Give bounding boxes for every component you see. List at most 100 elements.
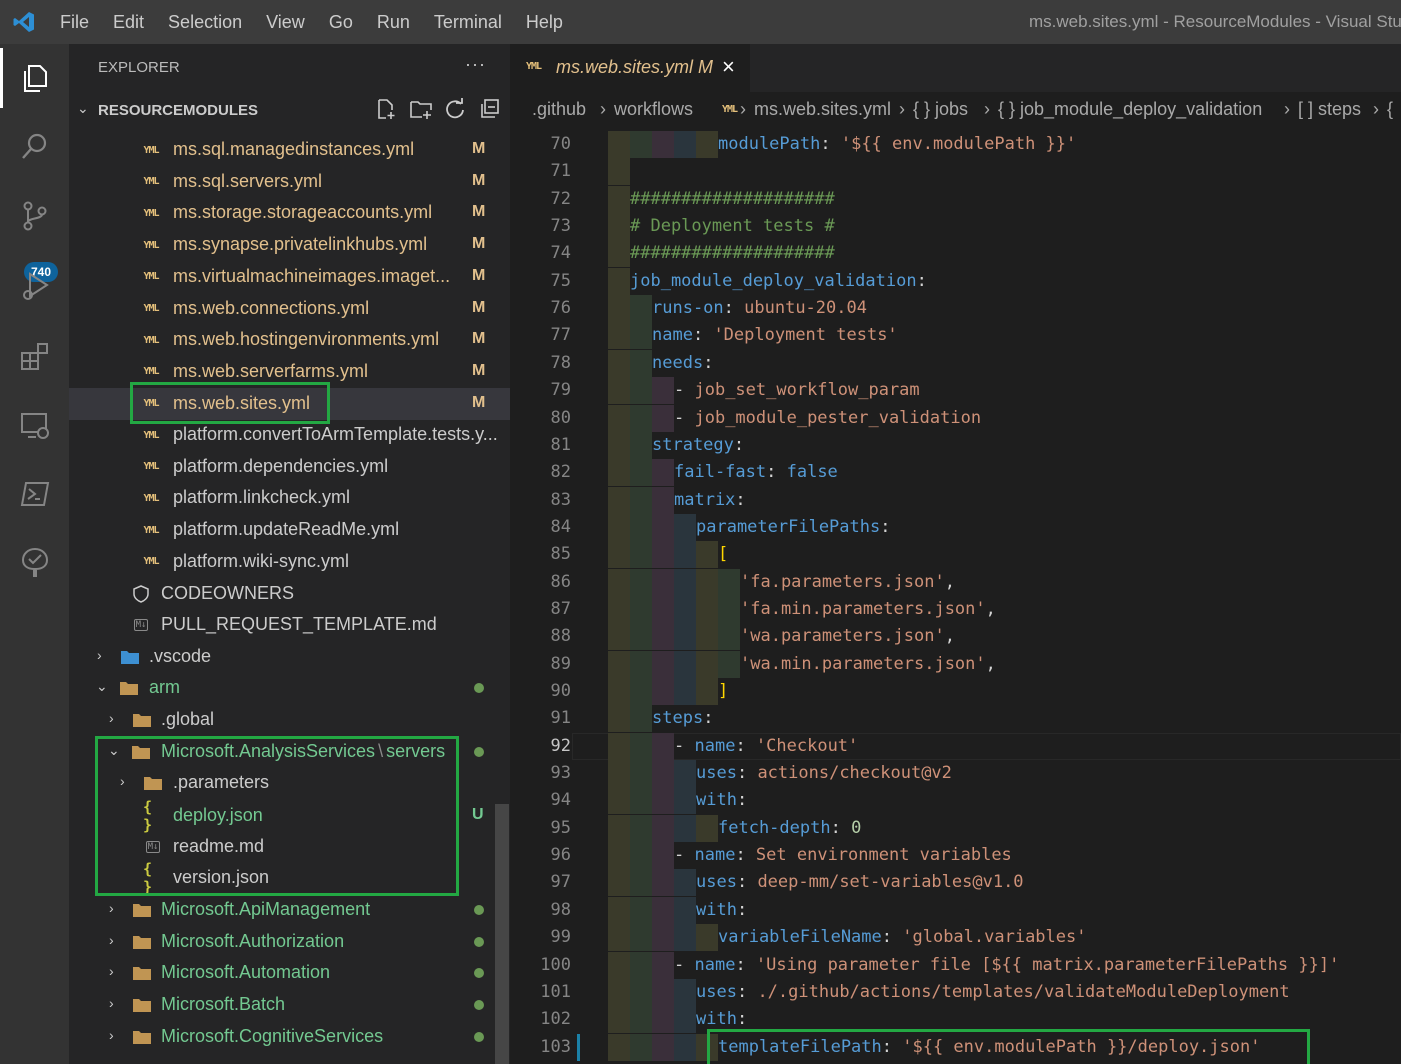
sidebar-scrollbar[interactable] bbox=[495, 804, 509, 1064]
code-line[interactable]: 74 #################### bbox=[510, 240, 1401, 268]
code-line[interactable]: 101 uses: ./.github/actions/templates/val… bbox=[510, 978, 1401, 1006]
menu-item-selection[interactable]: Selection bbox=[156, 12, 254, 33]
folder-row-provider[interactable]: › Microsoft.Authorization bbox=[69, 926, 510, 958]
code-line[interactable]: 80 - job_module_pester_validation bbox=[510, 404, 1401, 432]
file-row-ms-web-sites-yml[interactable]: YML ms.web.sites.yml M bbox=[69, 387, 510, 420]
file-row-platform[interactable]: YML platform.linkcheck.yml bbox=[69, 482, 510, 514]
code-line[interactable]: 90] bbox=[510, 678, 1401, 705]
code-line[interactable]: 92 - name: 'Checkout' bbox=[510, 732, 1401, 760]
chevron-right-icon[interactable]: › bbox=[109, 710, 114, 726]
code-line[interactable]: 91 steps: bbox=[510, 705, 1401, 733]
breadcrumb-item[interactable]: workflows bbox=[614, 99, 693, 120]
chevron-right-icon[interactable]: › bbox=[109, 995, 114, 1011]
file-row-deploy-json[interactable]: { } deploy.json U bbox=[69, 798, 510, 834]
file-row-platform[interactable]: YML platform.dependencies.yml bbox=[69, 451, 510, 483]
file-row-ms-virtualmachineimages-imaget-[interactable]: YML ms.virtualmachineimages.imaget... M bbox=[69, 261, 510, 293]
chevron-right-icon[interactable]: › bbox=[109, 932, 114, 948]
close-icon[interactable]: × bbox=[722, 54, 735, 80]
extensions-icon[interactable] bbox=[0, 326, 69, 386]
chevron-right-icon[interactable]: › bbox=[97, 647, 102, 663]
menu-item-go[interactable]: Go bbox=[317, 12, 365, 33]
code-line[interactable]: 97 uses: deep-mm/set-variables@v1.0 bbox=[510, 869, 1401, 897]
remote-explorer-icon[interactable] bbox=[0, 396, 69, 456]
breadcrumb-item[interactable]: { } jobs bbox=[913, 99, 968, 120]
code-line[interactable]: 83 matrix: bbox=[510, 486, 1401, 514]
code-line[interactable]: 76 runs-on: ubuntu-20.04 bbox=[510, 295, 1401, 323]
code-line[interactable]: 71 bbox=[510, 158, 1401, 186]
file-row-readme[interactable]: M↓ readme.md bbox=[69, 831, 510, 863]
file-row-pr-template[interactable]: M↓ PULL_REQUEST_TEMPLATE.md bbox=[69, 609, 510, 641]
code-line[interactable]: 99 variableFileName: 'global.variables' bbox=[510, 924, 1401, 952]
code-line[interactable]: 79 - job_set_workflow_param bbox=[510, 377, 1401, 405]
code-line[interactable]: 72 #################### bbox=[510, 185, 1401, 213]
file-row-ms-synapse-privatelinkhubs-yml[interactable]: YML ms.synapse.privatelinkhubs.yml M bbox=[69, 229, 510, 261]
chevron-down-icon[interactable]: ⌄ bbox=[96, 678, 108, 695]
folder-row-arm[interactable]: ⌄ arm bbox=[69, 672, 510, 704]
file-row-platform[interactable]: YML platform.wiki-sync.yml bbox=[69, 546, 510, 578]
tab-ms-web-sites-yml[interactable]: YML ms.web.sites.yml M × bbox=[510, 44, 750, 92]
breadcrumb-item[interactable]: [ ] steps bbox=[1298, 99, 1361, 120]
chevron-down-icon[interactable]: ⌄ bbox=[108, 742, 120, 759]
folder-row-provider[interactable]: › Microsoft.CognitiveServices bbox=[69, 1021, 510, 1053]
file-row-ms-web-connections-yml[interactable]: YML ms.web.connections.yml M bbox=[69, 293, 510, 325]
run-debug-icon[interactable] bbox=[0, 256, 69, 316]
menu-item-run[interactable]: Run bbox=[365, 12, 422, 33]
chevron-right-icon[interactable]: › bbox=[109, 1027, 114, 1043]
code-line[interactable]: 102 with: bbox=[510, 1006, 1401, 1034]
code-line[interactable]: 85 [ bbox=[510, 541, 1401, 569]
folder-row-parameters[interactable]: › .parameters bbox=[69, 767, 510, 799]
code-line[interactable]: 103 templateFilePath: '${{ env.modulePath… bbox=[510, 1033, 1401, 1061]
file-row-ms-storage-storageaccounts-yml[interactable]: YML ms.storage.storageaccounts.yml M bbox=[69, 197, 510, 229]
folder-row-vscode[interactable]: › .vscode bbox=[69, 641, 510, 673]
code-line[interactable]: 78 needs: bbox=[510, 349, 1401, 377]
menu-item-help[interactable]: Help bbox=[514, 12, 575, 33]
code-line[interactable]: 89 'wa.min.parameters.json', bbox=[510, 650, 1401, 678]
code-line[interactable]: 94 with: bbox=[510, 787, 1401, 815]
code-line[interactable]: 88 'wa.parameters.json', bbox=[510, 623, 1401, 651]
file-row-codeowners[interactable]: CODEOWNERS bbox=[69, 578, 510, 610]
breadcrumb-item[interactable]: { } job_module_deploy_validation bbox=[998, 99, 1262, 120]
menu-item-edit[interactable]: Edit bbox=[101, 12, 156, 33]
file-row-platform[interactable]: YML platform.updateReadMe.yml bbox=[69, 514, 510, 546]
code-line[interactable]: 96 - name: Set environment variables bbox=[510, 842, 1401, 870]
code-line[interactable]: 93 uses: actions/checkout@v2 bbox=[510, 760, 1401, 788]
code-line[interactable]: 100 - name: 'Using parameter file [${{ ma… bbox=[510, 951, 1401, 979]
testing-icon[interactable] bbox=[0, 532, 69, 592]
code-line[interactable]: 98 with: bbox=[510, 896, 1401, 924]
file-row-platform[interactable]: YML platform.convertToArmTemplate.tests.y… bbox=[69, 419, 510, 451]
file-row-ms-web-serverfarms-yml[interactable]: YML ms.web.serverfarms.yml M bbox=[69, 356, 510, 388]
folder-row-analysis-services[interactable]: ⌄ Microsoft.AnalysisServices \ servers bbox=[69, 736, 510, 768]
code-line[interactable]: 82 fail-fast: false bbox=[510, 459, 1401, 487]
code-line[interactable]: 95 fetch-depth: 0 bbox=[510, 814, 1401, 842]
menu-item-terminal[interactable]: Terminal bbox=[422, 12, 514, 33]
folder-row-provider[interactable]: › Microsoft.Batch bbox=[69, 989, 510, 1021]
search-icon[interactable] bbox=[0, 116, 69, 176]
chevron-right-icon[interactable]: › bbox=[109, 963, 114, 979]
folder-row-global[interactable]: › .global bbox=[69, 704, 510, 736]
code-line[interactable]: 70 modulePath: '${{ env.modulePath }}' bbox=[510, 131, 1401, 158]
code-line[interactable]: 77 name: 'Deployment tests' bbox=[510, 322, 1401, 350]
code-line[interactable]: 75 job_module_deploy_validation: bbox=[510, 267, 1401, 295]
file-row-ms-web-hostingenvironments-yml[interactable]: YML ms.web.hostingenvironments.yml M bbox=[69, 324, 510, 356]
menu-item-view[interactable]: View bbox=[254, 12, 317, 33]
breadcrumb-item[interactable]: { bbox=[1387, 99, 1393, 120]
code-line[interactable]: 84 parameterFilePaths: bbox=[510, 513, 1401, 541]
file-row-version-json[interactable]: { } version.json bbox=[69, 860, 510, 896]
powershell-icon[interactable] bbox=[0, 464, 69, 524]
code-line[interactable]: 81 strategy: bbox=[510, 431, 1401, 459]
more-actions-icon[interactable]: ··· bbox=[465, 54, 486, 75]
explorer-icon[interactable] bbox=[0, 48, 69, 108]
file-row-ms-sql-managedinstances-yml[interactable]: YML ms.sql.managedinstances.yml M bbox=[69, 134, 510, 166]
breadcrumb-item[interactable]: .github bbox=[532, 99, 586, 120]
folder-row-provider[interactable]: › Microsoft.ApiManagement bbox=[69, 894, 510, 926]
chevron-right-icon[interactable]: › bbox=[120, 773, 125, 789]
chevron-right-icon[interactable]: › bbox=[109, 900, 114, 916]
file-row-ms-sql-servers-yml[interactable]: YML ms.sql.servers.yml M bbox=[69, 166, 510, 198]
code-line[interactable]: 87 'fa.min.parameters.json', bbox=[510, 595, 1401, 623]
folder-row-provider[interactable]: › Microsoft.Automation bbox=[69, 957, 510, 989]
menu-item-file[interactable]: File bbox=[48, 12, 101, 33]
breadcrumb-item[interactable]: ms.web.sites.yml bbox=[754, 99, 891, 120]
source-control-icon[interactable] bbox=[0, 186, 69, 246]
code-line[interactable]: 86 'fa.parameters.json', bbox=[510, 568, 1401, 596]
code-line[interactable]: 73 # Deployment tests # bbox=[510, 213, 1401, 241]
